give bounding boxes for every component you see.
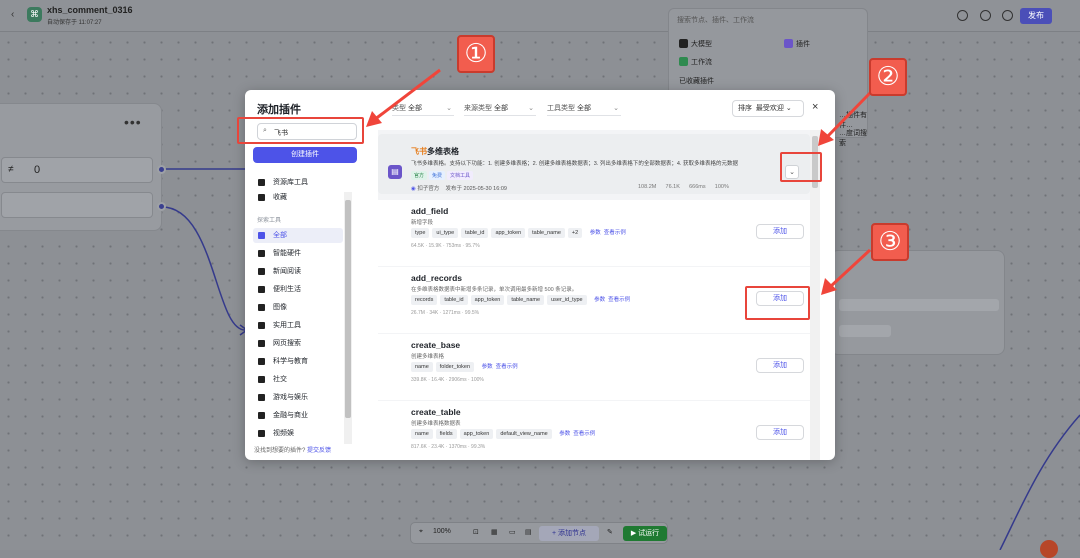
step-badge-2: ② [869,58,907,96]
arrowhead [821,278,837,295]
annotation-arrows [366,68,872,295]
arrowhead [366,111,382,127]
arrow-line [824,91,872,140]
arrow-line [828,248,872,289]
step-badge-3: ③ [871,223,909,261]
step-badge-1: ① [457,35,495,73]
arrow-line [373,68,441,122]
